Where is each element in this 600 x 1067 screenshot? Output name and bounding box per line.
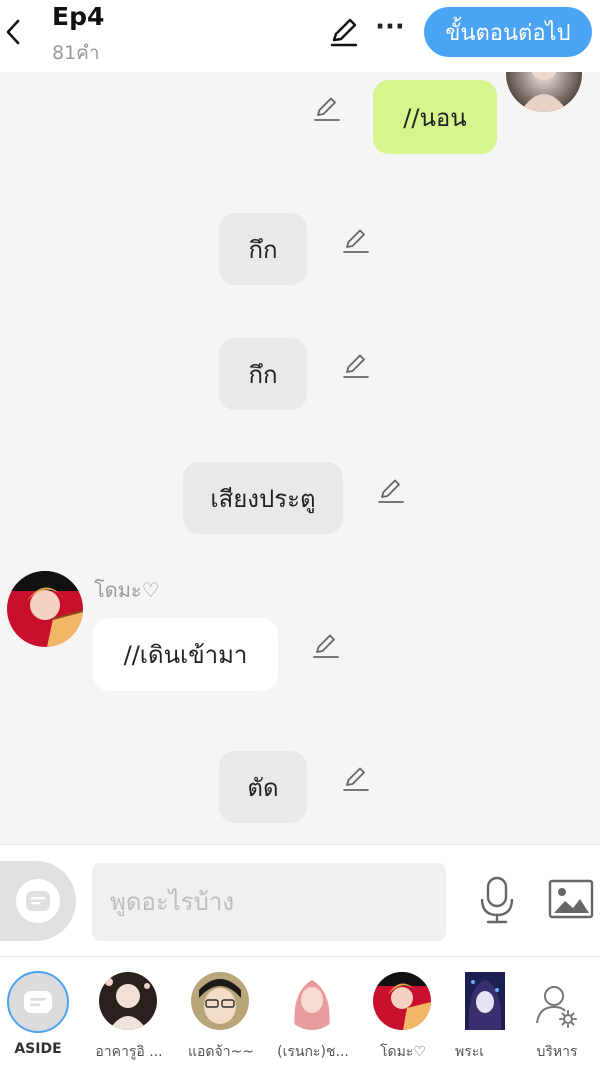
top-bar: Ep4 81คำ ··· ขั้นตอนต่อไป bbox=[0, 0, 600, 72]
pencil-icon bbox=[314, 97, 340, 121]
character-label: ASIDE bbox=[14, 1041, 62, 1057]
character-avatar bbox=[283, 972, 341, 1030]
aside-avatar bbox=[7, 971, 69, 1033]
chat-bubble-icon bbox=[24, 991, 52, 1013]
person-settings-icon bbox=[534, 983, 580, 1033]
pencil-icon bbox=[378, 479, 404, 503]
character-item[interactable]: (เรนกะ)ช... bbox=[267, 957, 359, 1067]
next-step-button[interactable]: ขั้นตอนต่อไป bbox=[424, 7, 592, 57]
manage-characters-button[interactable]: บริหาร bbox=[512, 957, 600, 1067]
edit-message-button[interactable] bbox=[341, 351, 371, 381]
episode-title: Ep4 bbox=[52, 2, 105, 31]
image-icon bbox=[548, 879, 594, 919]
character-label: โดมะ♡ bbox=[380, 1044, 426, 1060]
character-label: แอดจ้า~~ bbox=[187, 1044, 255, 1060]
image-button[interactable] bbox=[548, 879, 594, 921]
speaker-avatar[interactable] bbox=[7, 571, 83, 647]
character-label: พระเ bbox=[455, 1044, 485, 1060]
character-avatar bbox=[99, 972, 157, 1030]
character-label: อาคารูอิ ... bbox=[95, 1044, 163, 1060]
chat-bubble-icon bbox=[16, 879, 60, 923]
narration-bubble[interactable]: เสียงประตู bbox=[183, 462, 343, 534]
chevron-left-icon bbox=[6, 19, 20, 45]
message-bubble[interactable]: //เดินเข้ามา bbox=[93, 618, 278, 691]
narration-bubble[interactable]: กึก bbox=[219, 338, 307, 410]
character-bar: ASIDE อาคารูอิ ... แอดจ้า~~ (เรนกะ)ช... … bbox=[0, 956, 600, 1067]
pencil-icon bbox=[343, 229, 369, 253]
character-avatar bbox=[465, 972, 505, 1030]
edit-message-button[interactable] bbox=[341, 226, 371, 256]
narration-bubble[interactable]: ตัด bbox=[219, 751, 307, 823]
character-label: (เรนกะ)ช... bbox=[277, 1044, 349, 1060]
pencil-icon bbox=[313, 634, 339, 658]
microphone-button[interactable] bbox=[474, 875, 520, 925]
chat-area: //นอน กึก กึก เสียงประตู โดมะ♡ //เดินเข้… bbox=[0, 72, 600, 844]
edit-message-button[interactable] bbox=[341, 764, 371, 794]
character-avatar bbox=[191, 972, 249, 1030]
aside-toggle-button[interactable] bbox=[0, 861, 76, 941]
character-item[interactable]: แอดจ้า~~ bbox=[175, 957, 267, 1067]
speaker-name: โดมะ♡ bbox=[94, 578, 160, 602]
character-item[interactable]: อาคารูอิ ... bbox=[83, 957, 175, 1067]
character-avatar bbox=[373, 972, 431, 1030]
self-avatar[interactable] bbox=[506, 72, 582, 112]
message-bubble[interactable]: //นอน bbox=[373, 80, 497, 154]
avatar-image bbox=[506, 72, 582, 112]
word-count: 81คำ bbox=[52, 42, 100, 64]
edit-title-button[interactable] bbox=[326, 14, 362, 50]
edit-message-button[interactable] bbox=[311, 631, 341, 661]
avatar-image bbox=[7, 571, 83, 647]
character-aside[interactable]: ASIDE bbox=[0, 957, 91, 1067]
back-button[interactable] bbox=[0, 12, 26, 52]
more-options-button[interactable]: ··· bbox=[374, 12, 406, 48]
pencil-icon bbox=[330, 18, 358, 47]
compose-bar bbox=[0, 844, 600, 956]
edit-message-button[interactable] bbox=[312, 94, 342, 124]
character-item[interactable]: โดมะ♡ bbox=[357, 957, 449, 1067]
pencil-icon bbox=[343, 767, 369, 791]
narration-bubble[interactable]: กึก bbox=[219, 213, 307, 285]
character-label: บริหาร bbox=[536, 1044, 578, 1060]
message-input[interactable] bbox=[92, 863, 446, 941]
edit-message-button[interactable] bbox=[376, 476, 406, 506]
character-item[interactable]: พระเ bbox=[449, 957, 515, 1067]
pencil-icon bbox=[343, 354, 369, 378]
microphone-icon bbox=[480, 876, 514, 924]
